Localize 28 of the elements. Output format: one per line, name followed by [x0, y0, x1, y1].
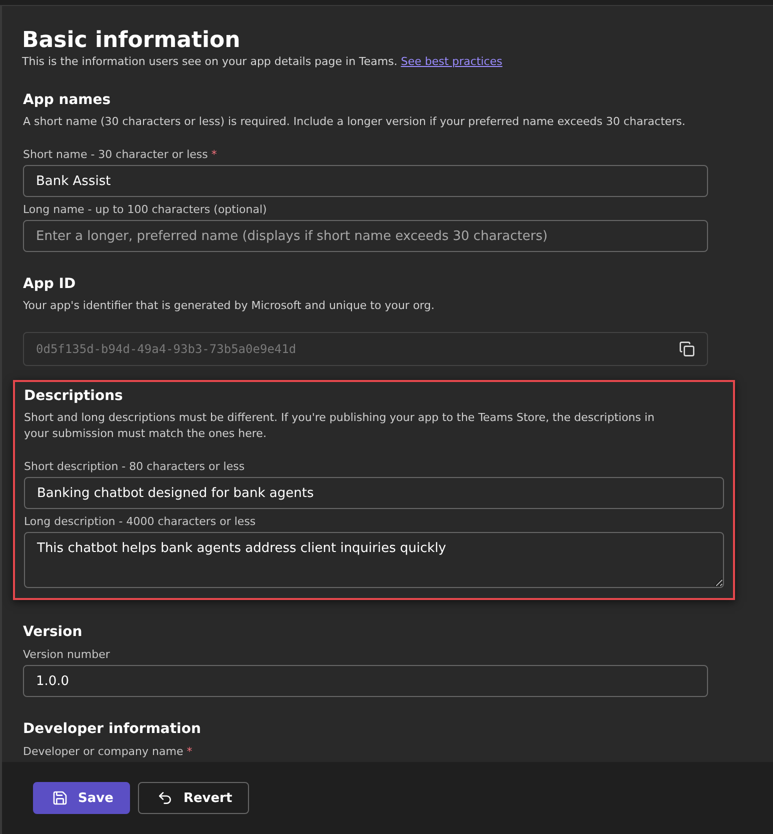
field-label: Developer or company name * — [23, 745, 194, 758]
field-label: Long description - 4000 characters or less — [24, 515, 257, 528]
text-area[interactable]: This chatbot helps bank agents address client inquiries quickly — [24, 532, 724, 588]
app-id-value: 0d5f135d-b94d-49a4-93b3-73b5a0e9e41d — [36, 342, 296, 356]
section-title: Developer information — [23, 721, 202, 737]
field-label: Version number — [23, 648, 111, 661]
undo-icon — [157, 790, 174, 806]
section-title: App names — [23, 92, 112, 108]
text-field[interactable]: Banking chatbot designed for bank agents — [24, 477, 724, 509]
page-title: Basic information — [22, 28, 242, 53]
save-button[interactable]: Save — [33, 782, 130, 814]
section-description: Your app's identifier that is generated by Microsoft and unique to your org. — [23, 298, 436, 314]
copy-icon[interactable] — [679, 341, 695, 357]
field-label: Short name - 30 character or less * — [23, 148, 218, 161]
section-title: App ID — [23, 276, 77, 292]
best-practices-link[interactable]: See best practices — [400, 55, 502, 68]
section-description: A short name (30 characters or less) is required. Include a longer version if your preferred name exceeds 30 characters. — [23, 114, 686, 130]
save-icon — [52, 790, 68, 806]
field-label: Short description - 80 characters or less — [24, 460, 246, 473]
section-title: Version — [23, 624, 84, 640]
section-description: Short and long descriptions must be different. If you're publishing your app to the Teams Store, the descriptions in your submission must match the ones here. — [24, 410, 656, 442]
revert-button[interactable]: Revert — [138, 782, 250, 814]
section-title: Descriptions — [24, 388, 124, 404]
field-label: Long name - up to 100 characters (optional) — [23, 203, 268, 216]
text-field[interactable]: Bank Assist — [23, 165, 708, 197]
page-subtitle: This is the information users see on your app details page in Teams. See best practices — [22, 55, 504, 68]
text-field[interactable]: 1.0.0 — [23, 665, 708, 697]
text-field[interactable]: Enter a longer, preferred name (displays if short name exceeds 30 characters) — [23, 220, 708, 252]
